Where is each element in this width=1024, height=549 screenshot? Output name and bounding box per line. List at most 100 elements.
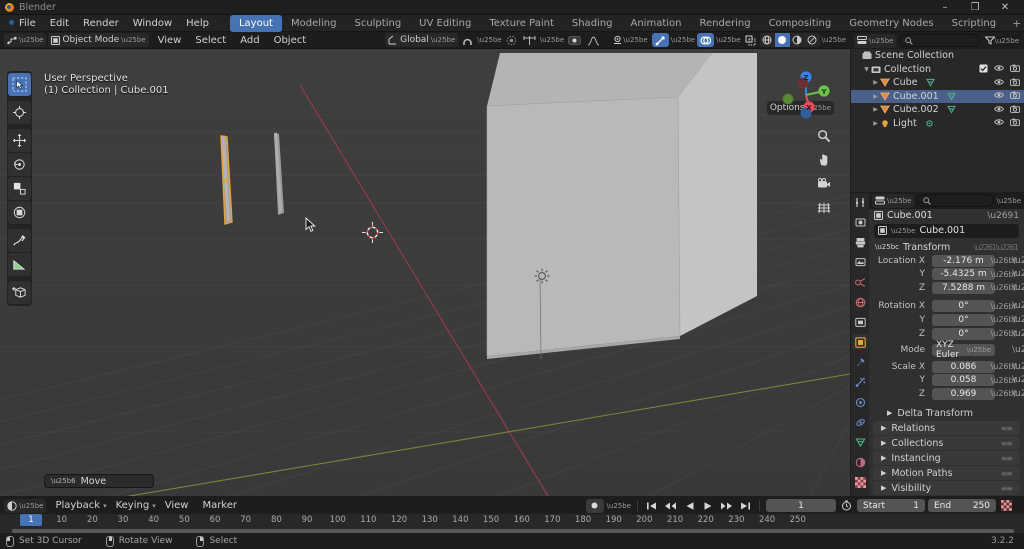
animate-dot-icon[interactable]: \u2022 bbox=[1012, 329, 1024, 339]
eye-icon[interactable] bbox=[994, 78, 1004, 88]
pin-icon[interactable]: \u2691 bbox=[987, 211, 1019, 221]
viewport-menu-object[interactable]: Object bbox=[267, 33, 314, 48]
lock-icon[interactable]: \u26bf bbox=[991, 329, 1017, 338]
timeline-playhead[interactable]: 1 bbox=[20, 514, 42, 526]
scale-z-value[interactable]: 0.969 bbox=[932, 387, 995, 400]
properties-tab-object[interactable] bbox=[852, 334, 868, 350]
properties-tab-object-data[interactable] bbox=[852, 434, 868, 450]
cube-002-object[interactable] bbox=[0, 49, 850, 496]
location-y-row[interactable]: Y -5.4325 m \u26bf\u2022 bbox=[873, 268, 1024, 281]
object-mode-dropdown[interactable]: Object Mode \u25be bbox=[48, 33, 149, 47]
properties-tab-view-layer[interactable] bbox=[852, 254, 868, 270]
workspace-tab-layout[interactable]: Layout bbox=[229, 14, 282, 32]
subpanel-collections[interactable]: ▶ Collections ≡≡ bbox=[873, 436, 1020, 451]
viewport-menu-view[interactable]: View bbox=[151, 33, 189, 48]
mesh-data-icon[interactable] bbox=[925, 78, 935, 87]
viewport-visibility-icon[interactable]: \u25be bbox=[610, 33, 649, 47]
timeline-ruler[interactable]: 1 10 20 30 40 50 60 70 80 90 100 110 120 130 140 150 16… bbox=[0, 514, 1024, 527]
subpanel-instancing[interactable]: ▶ Instancing ≡≡ bbox=[873, 451, 1020, 466]
outliner-row-light[interactable]: ▶ Light bbox=[851, 117, 1024, 131]
lock-icon[interactable]: \u26bf bbox=[991, 256, 1017, 265]
workspace-tab-rendering[interactable]: Rendering bbox=[690, 15, 759, 32]
overlays-toggle-icon[interactable] bbox=[697, 33, 715, 47]
filter-icon[interactable]: \u25be bbox=[983, 34, 1021, 48]
minimize-icon[interactable]: – bbox=[930, 0, 960, 15]
outliner-row-cube-001[interactable]: ▶ Cube.001 bbox=[851, 89, 1024, 103]
operator-panel[interactable]: \u25b6 Move bbox=[44, 474, 154, 488]
cube-001-selected-object[interactable] bbox=[210, 134, 240, 229]
workspace-tab-texture-paint[interactable]: Texture Paint bbox=[480, 15, 563, 32]
menu-help[interactable]: Help bbox=[179, 16, 216, 31]
tool-transform[interactable] bbox=[8, 201, 31, 224]
timeline-menu-marker[interactable]: Marker bbox=[195, 498, 244, 513]
rotation-z-value[interactable]: 0° bbox=[932, 327, 995, 340]
menu-edit[interactable]: Edit bbox=[43, 16, 76, 31]
auto-keying-record-icon[interactable] bbox=[585, 498, 604, 513]
editor-type-icon[interactable]: \u25be bbox=[4, 33, 47, 47]
animate-dot-icon[interactable]: \u2022 bbox=[1012, 256, 1024, 266]
properties-tab-scene[interactable] bbox=[852, 274, 868, 290]
visibility-dot-icon[interactable] bbox=[566, 33, 583, 47]
transform-orientation-dropdown[interactable]: Global \u25be bbox=[385, 33, 459, 47]
viewport-menu-select[interactable]: Select bbox=[188, 33, 233, 48]
tool-measure[interactable] bbox=[8, 253, 31, 276]
subpanel-delta-transform[interactable]: ▶ Delta Transform bbox=[873, 406, 1020, 420]
scale-x-value[interactable]: 0.086 bbox=[932, 360, 995, 373]
lock-icon[interactable]: \u26bf bbox=[991, 389, 1017, 398]
expand-triangle-icon[interactable]: ▼ bbox=[862, 66, 871, 73]
properties-tab-modifiers[interactable] bbox=[852, 354, 868, 370]
camera-render-icon[interactable] bbox=[1010, 91, 1020, 101]
properties-tab-texture[interactable] bbox=[852, 474, 868, 490]
clock-icon[interactable] bbox=[839, 499, 854, 513]
gizmo-toggle-icon[interactable] bbox=[651, 33, 669, 47]
timeline-menu-view[interactable]: View bbox=[158, 498, 196, 513]
outliner-row-collection[interactable]: ▼ Collection bbox=[851, 63, 1024, 77]
workspace-tab-animation[interactable]: Animation bbox=[622, 15, 691, 32]
rotation-x-value[interactable]: 0° bbox=[932, 300, 995, 313]
scale-z-row[interactable]: Z 0.969 \u26bf\u2022 bbox=[873, 387, 1024, 401]
animate-dot-icon[interactable]: \u2022 bbox=[1012, 375, 1024, 385]
workspace-tab-shading[interactable]: Shading bbox=[563, 15, 622, 32]
jump-end-icon[interactable] bbox=[738, 499, 753, 513]
lock-icon[interactable]: \u26bf bbox=[991, 270, 1017, 279]
object-name-field[interactable]: \u25be Cube.001 bbox=[874, 224, 1019, 238]
rotation-x-row[interactable]: Rotation X 0° \u26bf\u2022 bbox=[873, 300, 1024, 313]
eye-icon[interactable] bbox=[994, 105, 1004, 115]
expand-triangle-icon[interactable]: ▶ bbox=[871, 93, 880, 100]
camera-render-icon[interactable] bbox=[1010, 78, 1020, 88]
tool-move[interactable] bbox=[8, 129, 31, 152]
viewport-menu-add[interactable]: Add bbox=[233, 33, 266, 48]
scale-y-value[interactable]: 0.058 bbox=[932, 374, 995, 387]
outliner-display-mode-icon[interactable]: \u25be bbox=[854, 33, 897, 48]
location-z-row[interactable]: Z 7.5288 m \u26bf\u2022 bbox=[873, 281, 1024, 295]
camera-icon[interactable] bbox=[815, 175, 832, 192]
prev-keyframe-icon[interactable] bbox=[662, 499, 679, 513]
cube-object[interactable] bbox=[264, 131, 290, 219]
rotation-y-row[interactable]: Y 0° \u26bf\u2022 bbox=[873, 313, 1024, 327]
expand-triangle-icon[interactable]: ▶ bbox=[871, 106, 880, 113]
eye-icon[interactable] bbox=[994, 118, 1004, 128]
grid-ortho-icon[interactable] bbox=[815, 199, 832, 216]
shading-rendered-icon[interactable] bbox=[805, 33, 820, 47]
pan-hand-icon[interactable] bbox=[815, 151, 832, 168]
location-z-value[interactable]: 7.5288 m bbox=[932, 281, 995, 294]
xray-toggle-icon[interactable] bbox=[743, 33, 758, 47]
workspace-tab-uv-editing[interactable]: UV Editing bbox=[410, 15, 480, 32]
animate-dot-icon[interactable]: \u2022 bbox=[1012, 269, 1024, 279]
expand-triangle-icon[interactable]: ▶ bbox=[871, 120, 880, 127]
next-keyframe-icon[interactable] bbox=[718, 499, 735, 513]
lock-icon[interactable]: \u26bf bbox=[991, 283, 1017, 292]
workspace-tab-geometry-nodes[interactable]: Geometry Nodes bbox=[840, 15, 942, 32]
menu-file[interactable]: File bbox=[12, 16, 43, 31]
camera-render-icon[interactable] bbox=[1010, 105, 1020, 115]
menu-render[interactable]: Render bbox=[76, 16, 126, 31]
close-icon[interactable]: ✕ bbox=[990, 0, 1020, 15]
menu-window[interactable]: Window bbox=[126, 16, 179, 31]
3d-viewport[interactable]: User Perspective (1) Collection | Cube.0… bbox=[0, 49, 850, 496]
end-frame-field[interactable]: End 250 bbox=[928, 499, 996, 512]
location-y-value[interactable]: -5.4325 m bbox=[932, 268, 995, 281]
outliner-row-cube[interactable]: ▶ Cube bbox=[851, 76, 1024, 90]
rotation-z-row[interactable]: Z 0° \u26bf\u2022 bbox=[873, 327, 1024, 340]
jump-start-icon[interactable] bbox=[644, 499, 659, 513]
eye-icon[interactable] bbox=[994, 91, 1004, 101]
